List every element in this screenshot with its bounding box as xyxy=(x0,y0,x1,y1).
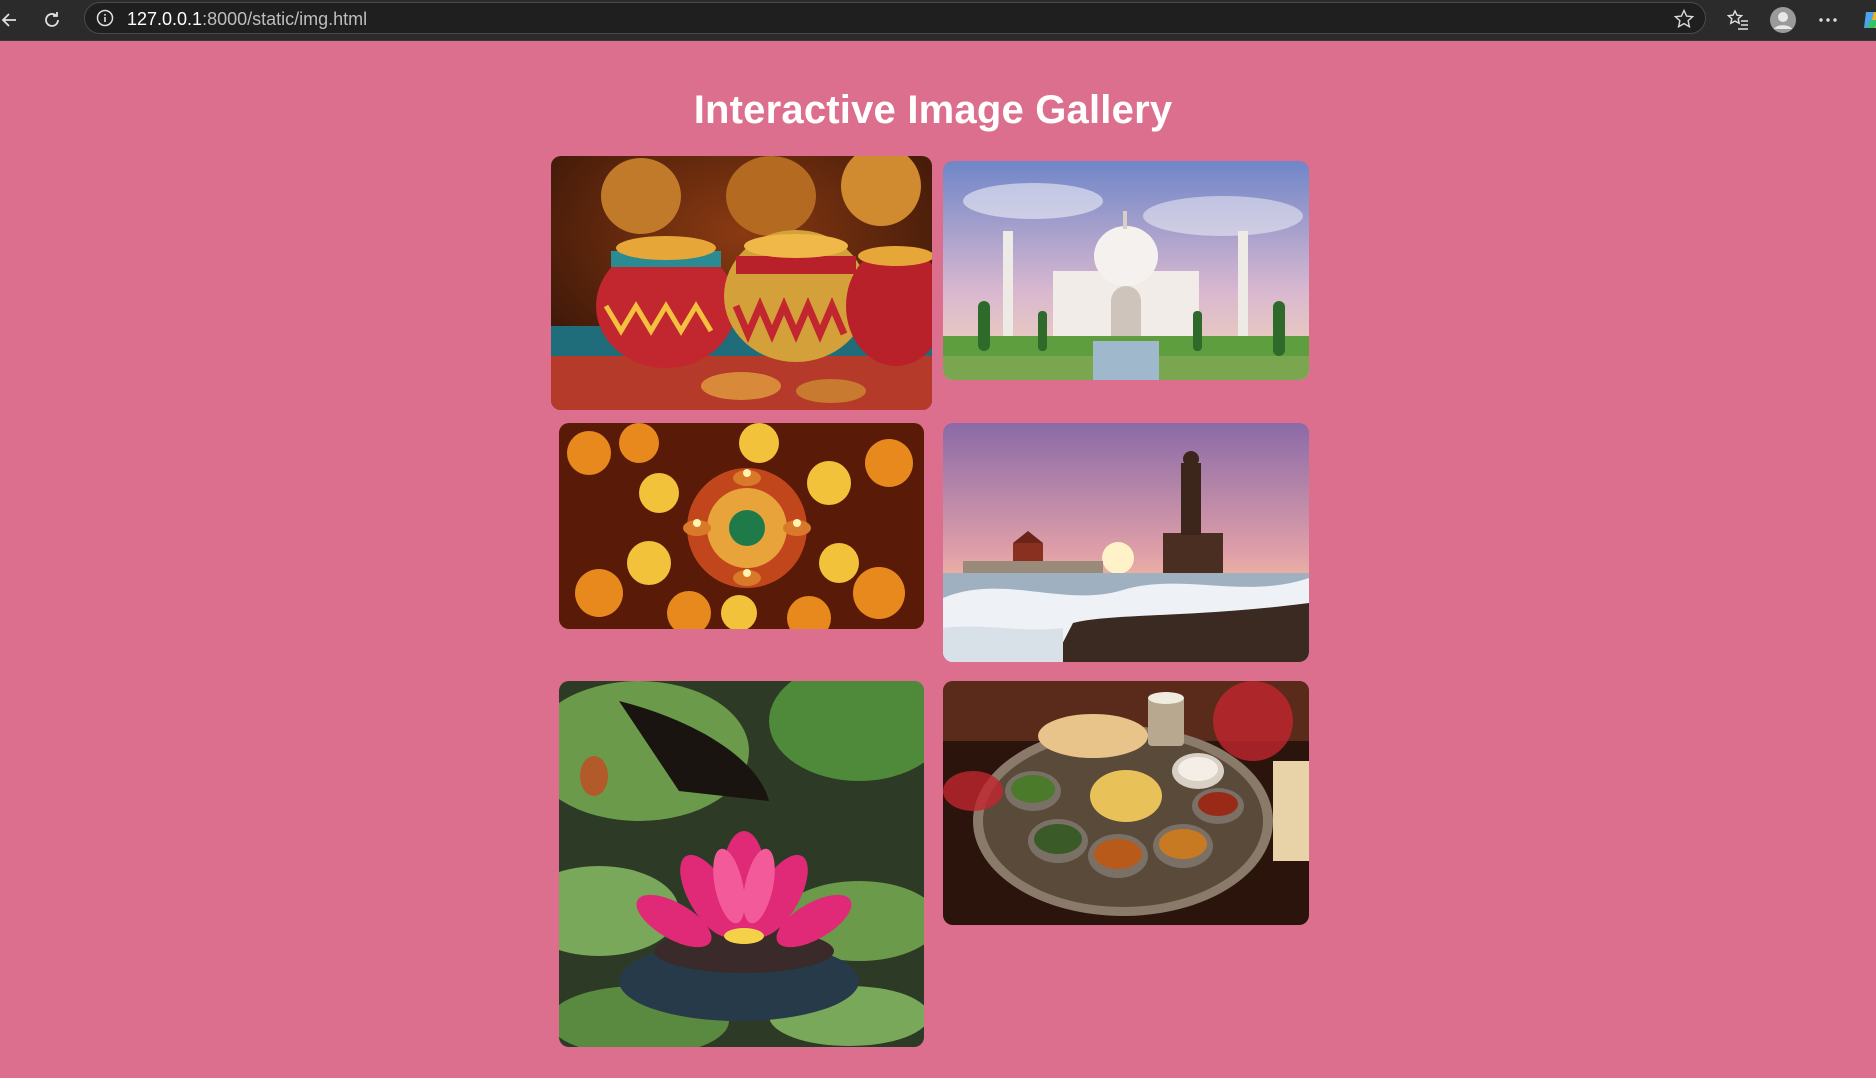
reload-button[interactable] xyxy=(36,4,68,36)
profile-button[interactable] xyxy=(1767,4,1799,36)
info-icon[interactable] xyxy=(95,8,115,28)
profile-icon xyxy=(1770,7,1796,33)
gallery-image-pots[interactable] xyxy=(551,156,932,410)
gallery-image-lotus[interactable] xyxy=(559,681,924,1047)
favorite-star-icon[interactable] xyxy=(1673,8,1695,30)
copilot-icon[interactable] xyxy=(1862,8,1876,32)
more-icon xyxy=(1819,18,1837,22)
more-button[interactable] xyxy=(1812,4,1844,36)
browser-toolbar: 127.0.0.1:8000/static/img.html xyxy=(0,0,1876,41)
gallery-image-diyas[interactable] xyxy=(559,423,924,629)
reload-icon xyxy=(45,12,59,27)
url-path: :8000/static/img.html xyxy=(202,9,368,29)
back-button[interactable] xyxy=(0,4,26,36)
url-text[interactable]: 127.0.0.1:8000/static/img.html xyxy=(127,9,367,30)
favorites-icon xyxy=(1726,9,1748,30)
favorites-button[interactable] xyxy=(1722,4,1754,36)
gallery-image-taj-mahal[interactable] xyxy=(943,161,1309,380)
gallery-image-kanyakumari[interactable] xyxy=(943,423,1309,662)
url-host: 127.0.0.1 xyxy=(127,9,203,29)
page-title: Interactive Image Gallery xyxy=(693,88,1173,132)
back-icon xyxy=(1,13,16,27)
gallery-image-thali[interactable] xyxy=(943,681,1309,925)
address-bar[interactable]: 127.0.0.1:8000/static/img.html xyxy=(84,2,1706,34)
